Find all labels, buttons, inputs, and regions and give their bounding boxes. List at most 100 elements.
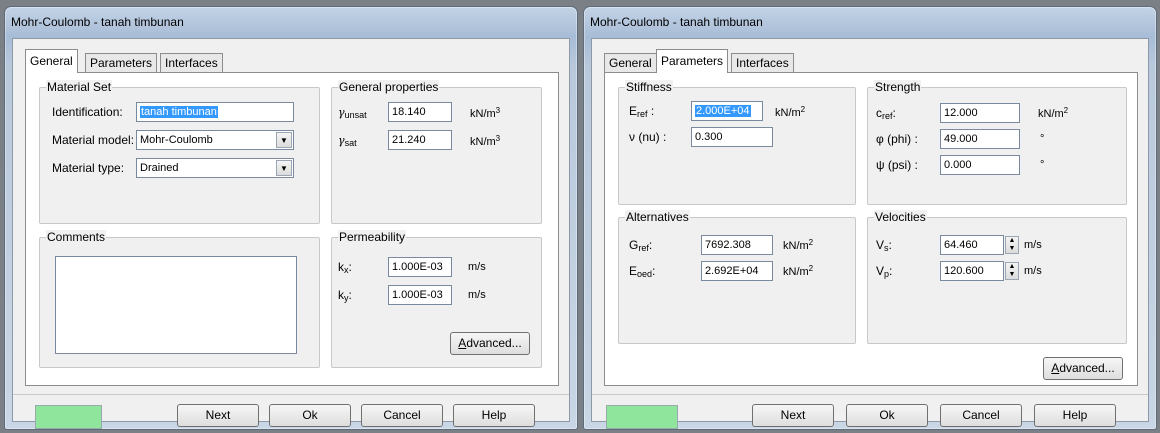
gamma-unsat-label: γunsat	[338, 106, 367, 120]
next-button[interactable]: Next	[752, 404, 834, 427]
permeability-group: Permeability kx: 1.000E-03 m/s ky: 1.000…	[331, 230, 542, 368]
stiffness-group: Stiffness Eref : 2.000E+04 kN/m2 ν (nu) …	[618, 80, 856, 205]
vs-spin-icon[interactable]: ▲ ▼	[1005, 236, 1019, 254]
separator	[592, 394, 1148, 395]
material-model-select[interactable]: Mohr-Coulomb ▼	[136, 130, 294, 150]
material-dialog-general: Mohr-Coulomb - tanah timbunan General Pa…	[4, 6, 578, 430]
strength-group: Strength cref: 12.000 kN/m2 φ (phi) : 49…	[867, 80, 1127, 205]
cancel-button[interactable]: Cancel	[361, 404, 443, 427]
vp-unit: m/s	[1024, 265, 1042, 277]
psi-label: ψ (psi) :	[876, 158, 918, 172]
material-set-label: Material Set	[46, 80, 113, 94]
parameters-tab-panel: Stiffness Eref : 2.000E+04 kN/m2 ν (nu) …	[604, 72, 1138, 386]
cancel-button[interactable]: Cancel	[940, 404, 1022, 427]
vp-label: Vp:	[876, 264, 893, 279]
window-title: Mohr-Coulomb - tanah timbunan	[11, 15, 184, 29]
title-bar[interactable]: Mohr-Coulomb - tanah timbunan	[584, 7, 1156, 37]
kx-unit: m/s	[468, 261, 486, 273]
ky-input[interactable]: 1.000E-03	[388, 285, 452, 305]
material-type-value: Drained	[140, 162, 179, 174]
nu-input[interactable]: 0.300	[691, 127, 773, 147]
vs-label: Vs:	[876, 238, 892, 253]
comments-group: Comments	[39, 230, 320, 368]
comments-textarea[interactable]	[55, 256, 297, 354]
advanced-rest: dvanced...	[466, 336, 522, 350]
general-properties-group: General properties γunsat 18.140 kN/m3 γ…	[331, 80, 542, 224]
gamma-unsat-unit: kN/m3	[470, 106, 501, 120]
gamma-sat-input[interactable]: 21.240	[388, 130, 452, 150]
alternatives-label: Alternatives	[625, 210, 690, 224]
ok-button[interactable]: Ok	[269, 404, 351, 427]
vs-unit: m/s	[1024, 239, 1042, 251]
dialog-client: General Parameters Interfaces Stiffness …	[591, 38, 1149, 429]
velocities-group: Velocities Vs: 64.460 ▲ ▼ m/s Vp: 120.600…	[867, 210, 1127, 344]
stiffness-label: Stiffness	[625, 80, 673, 94]
gamma-sat-unit: kN/m3	[470, 134, 501, 148]
ky-unit: m/s	[468, 289, 486, 301]
eref-label: Eref :	[629, 104, 655, 119]
identification-label: Identification:	[52, 105, 123, 119]
advanced-rest: dvanced...	[1059, 361, 1115, 375]
material-set-group: Material Set Identification: tanah timbu…	[39, 80, 320, 224]
chevron-down-icon[interactable]: ▼	[276, 132, 292, 148]
comments-label: Comments	[46, 230, 107, 244]
permeability-label: Permeability	[338, 230, 407, 244]
tab-parameters[interactable]: Parameters	[656, 49, 729, 73]
identification-input[interactable]: tanah timbunan	[136, 102, 294, 122]
help-button[interactable]: Help	[1034, 404, 1116, 427]
kx-label: kx:	[338, 260, 352, 275]
eoed-input[interactable]: 2.692E+04	[701, 261, 773, 281]
eoed-label: Eoed:	[629, 264, 656, 279]
window-title: Mohr-Coulomb - tanah timbunan	[590, 15, 763, 29]
next-button[interactable]: Next	[177, 404, 259, 427]
chevron-down-icon[interactable]: ▼	[276, 160, 292, 176]
material-type-label: Material type:	[52, 161, 125, 175]
general-properties-label: General properties	[338, 80, 440, 94]
identification-value: tanah timbunan	[140, 106, 218, 118]
eoed-unit: kN/m2	[783, 264, 814, 278]
vs-input[interactable]: 64.460	[940, 235, 1004, 255]
material-type-select[interactable]: Drained ▼	[136, 158, 294, 178]
velocities-label: Velocities	[874, 210, 927, 224]
tab-interfaces[interactable]: Interfaces	[731, 53, 794, 72]
tab-general[interactable]: General	[25, 49, 78, 73]
status-indicator	[35, 405, 102, 429]
nu-label: ν (nu) :	[629, 130, 667, 144]
strength-label: Strength	[874, 80, 922, 94]
cref-unit: kN/m2	[1038, 106, 1069, 120]
phi-label: φ (phi) :	[876, 132, 918, 146]
psi-input[interactable]: 0.000	[940, 155, 1020, 175]
kx-input[interactable]: 1.000E-03	[388, 257, 452, 277]
eref-value: 2.000E+04	[695, 105, 751, 117]
general-tab-panel: Material Set Identification: tanah timbu…	[25, 72, 559, 386]
alternatives-group: Alternatives Gref: 7692.308 kN/m2 Eoed: …	[618, 210, 856, 344]
cref-label: cref:	[876, 106, 896, 121]
advanced-button[interactable]: Advanced...	[1043, 357, 1123, 380]
gref-label: Gref:	[629, 238, 653, 253]
ky-label: ky:	[338, 288, 352, 303]
gref-unit: kN/m2	[783, 238, 814, 252]
phi-unit: °	[1040, 133, 1045, 145]
phi-input[interactable]: 49.000	[940, 129, 1020, 149]
tab-parameters[interactable]: Parameters	[85, 53, 158, 72]
eref-input[interactable]: 2.000E+04	[691, 101, 763, 121]
material-model-label: Material model:	[52, 133, 135, 147]
vp-spin-icon[interactable]: ▲ ▼	[1005, 262, 1019, 280]
tab-interfaces[interactable]: Interfaces	[160, 53, 223, 72]
material-dialog-parameters: Mohr-Coulomb - tanah timbunan General Pa…	[583, 6, 1157, 430]
gref-input[interactable]: 7692.308	[701, 235, 773, 255]
eref-unit: kN/m2	[775, 105, 806, 119]
material-model-value: Mohr-Coulomb	[140, 134, 213, 146]
tab-general[interactable]: General	[604, 53, 657, 72]
cref-input[interactable]: 12.000	[940, 103, 1020, 123]
status-indicator	[606, 405, 678, 429]
separator	[13, 394, 569, 395]
vp-input[interactable]: 120.600	[940, 261, 1004, 281]
advanced-button[interactable]: Advanced...	[450, 332, 530, 355]
gamma-unsat-input[interactable]: 18.140	[388, 102, 452, 122]
title-bar[interactable]: Mohr-Coulomb - tanah timbunan	[5, 7, 577, 37]
ok-button[interactable]: Ok	[846, 404, 928, 427]
psi-unit: °	[1040, 159, 1045, 171]
gamma-sat-label: γsat	[338, 134, 357, 148]
help-button[interactable]: Help	[453, 404, 535, 427]
